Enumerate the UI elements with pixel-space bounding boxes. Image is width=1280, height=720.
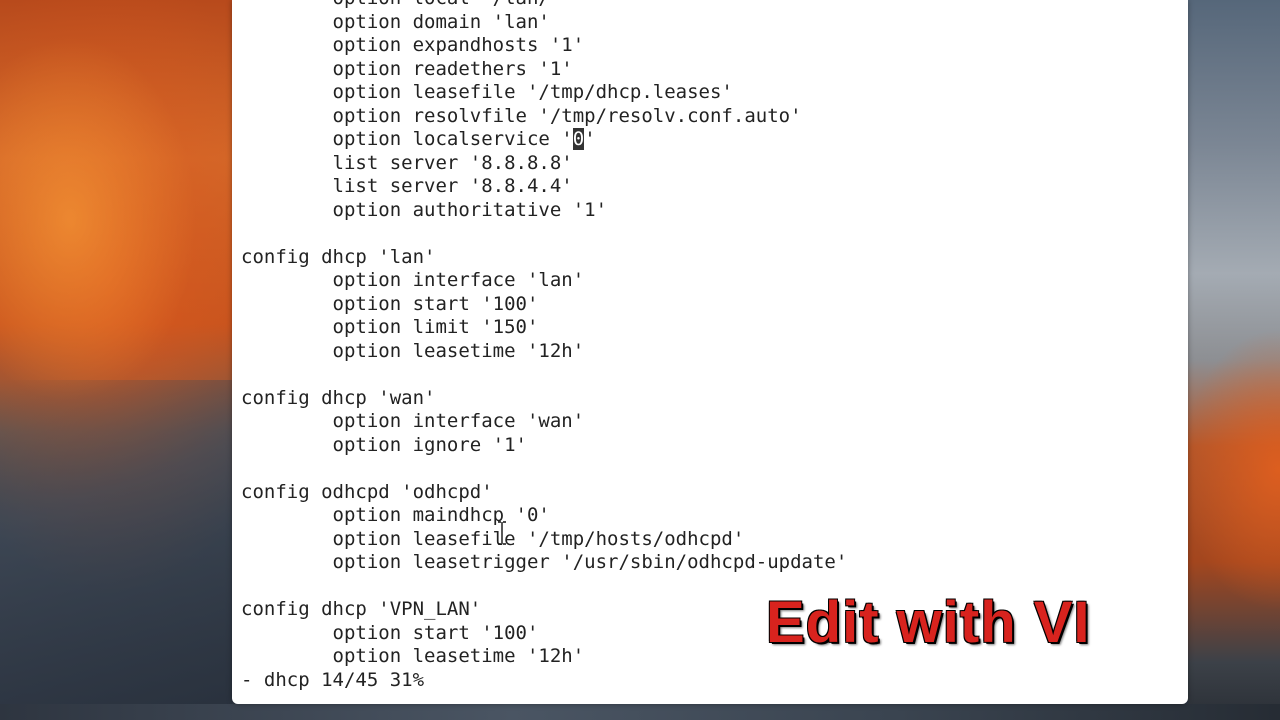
buffer-line: option readethers '1' bbox=[241, 57, 573, 80]
dock-edge bbox=[0, 704, 1280, 720]
buffer-line: option authoritative '1' bbox=[241, 198, 608, 221]
buffer-line: option limit '150' bbox=[241, 316, 539, 338]
buffer-line: option interface 'lan' bbox=[241, 269, 585, 291]
cursor-line: option localservice '0' bbox=[241, 128, 847, 152]
buffer-line: config dhcp 'lan' bbox=[241, 245, 436, 268]
buffer-line: option interface 'wan' bbox=[241, 410, 585, 432]
buffer-line: config dhcp 'wan' bbox=[241, 386, 436, 409]
buffer-line: option ignore '1' bbox=[241, 433, 527, 456]
buffer-line: config odhcpd 'odhcpd' bbox=[241, 480, 493, 503]
desktop-wallpaper-left bbox=[0, 380, 232, 720]
buffer-line: option start '100' bbox=[241, 292, 539, 315]
buffer-line: option leasetrigger '/usr/sbin/odhcpd-up… bbox=[241, 551, 848, 573]
buffer-line: option leasefile '/tmp/dhcp.leases' bbox=[241, 81, 733, 103]
buffer-line bbox=[241, 457, 847, 481]
buffer-line: list server '8.8.4.4' bbox=[241, 175, 573, 197]
vi-editor-buffer[interactable]: option local '/lan/' option domain 'lan'… bbox=[241, 0, 847, 692]
buffer-line bbox=[241, 363, 847, 387]
vi-status-line: - dhcp 14/45 31% bbox=[241, 668, 425, 691]
video-caption-overlay: Edit with VI bbox=[766, 590, 1091, 655]
ibeam-cursor-icon bbox=[498, 521, 506, 545]
buffer-line: option domain 'lan' bbox=[241, 10, 550, 33]
cursor-line-suffix: ' bbox=[584, 128, 596, 150]
buffer-line: option local '/lan/' bbox=[241, 0, 847, 11]
buffer-line: config dhcp 'VPN_LAN' bbox=[241, 598, 482, 620]
buffer-line: option maindhcp '0' bbox=[241, 504, 550, 526]
buffer-line: option leasetime '12h' bbox=[241, 645, 585, 667]
buffer-line bbox=[241, 222, 847, 246]
buffer-line bbox=[241, 575, 847, 599]
buffer-line: option leasetime '12h' bbox=[241, 339, 585, 362]
buffer-line: option start '100' bbox=[241, 621, 539, 644]
cursor-line-prefix: option localservice ' bbox=[241, 128, 573, 150]
text-cursor: 0 bbox=[572, 128, 585, 150]
buffer-line: option resolvfile '/tmp/resolv.conf.auto… bbox=[241, 104, 802, 127]
buffer-line: option expandhosts '1' bbox=[241, 34, 585, 56]
desktop-wallpaper-right bbox=[1188, 0, 1280, 720]
buffer-line: list server '8.8.8.8' bbox=[241, 151, 573, 174]
buffer-line: option leasefile '/tmp/hosts/odhcpd' bbox=[241, 527, 745, 550]
